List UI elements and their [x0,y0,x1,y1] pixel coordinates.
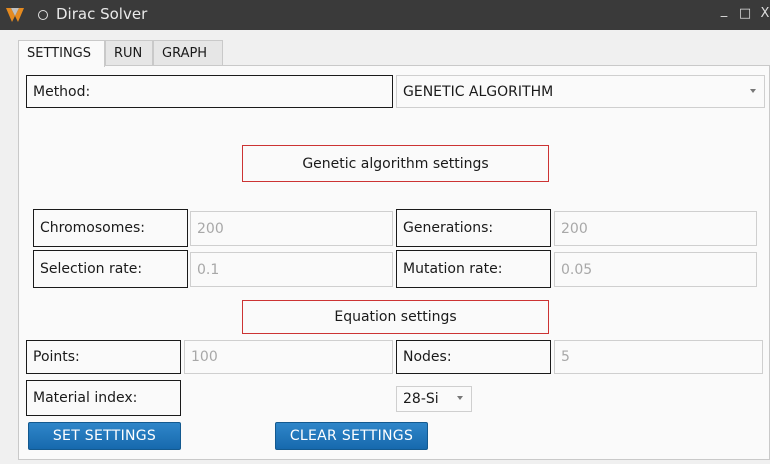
material-select-value: 28-Si [403,391,439,407]
clear-settings-button[interactable]: CLEAR SETTINGS [275,422,428,450]
title-bar: Dirac Solver _ □ X [0,0,770,30]
method-select[interactable]: GENETIC ALGORITHM [396,75,765,108]
nodes-field[interactable]: 5 [554,340,763,374]
selection-rate-field[interactable]: 0.1 [190,252,393,287]
tab-settings[interactable]: SETTINGS [18,40,105,67]
mutation-rate-field[interactable]: 0.05 [554,252,757,287]
equation-settings-heading: Equation settings [242,300,549,334]
tab-run[interactable]: RUN [105,40,153,66]
pin-icon[interactable] [38,10,48,20]
material-index-label: Material index: [26,380,181,416]
mutation-rate-label: Mutation rate: [396,250,551,288]
method-select-value: GENETIC ALGORITHM [403,83,554,100]
chromosomes-field[interactable]: 200 [190,211,393,246]
window-title: Dirac Solver [56,5,148,23]
maximize-button[interactable]: □ [737,6,753,21]
points-field[interactable]: 100 [184,340,393,374]
generations-label: Generations: [396,209,551,247]
material-select[interactable]: 28-Si [396,386,472,412]
set-settings-button[interactable]: SET SETTINGS [28,422,181,450]
ga-settings-heading: Genetic algorithm settings [242,145,549,182]
method-label: Method: [26,75,393,108]
tab-graph[interactable]: GRAPH [153,40,223,66]
points-label: Points: [26,340,181,374]
close-button[interactable]: X [757,6,770,21]
minimize-button[interactable]: _ [716,3,732,18]
chevron-down-icon [457,396,463,400]
selection-rate-label: Selection rate: [33,250,188,288]
chevron-down-icon [750,88,756,93]
app-logo-icon [6,8,24,22]
chromosomes-label: Chromosomes: [33,209,188,247]
generations-field[interactable]: 200 [554,211,757,246]
nodes-label: Nodes: [396,340,551,374]
